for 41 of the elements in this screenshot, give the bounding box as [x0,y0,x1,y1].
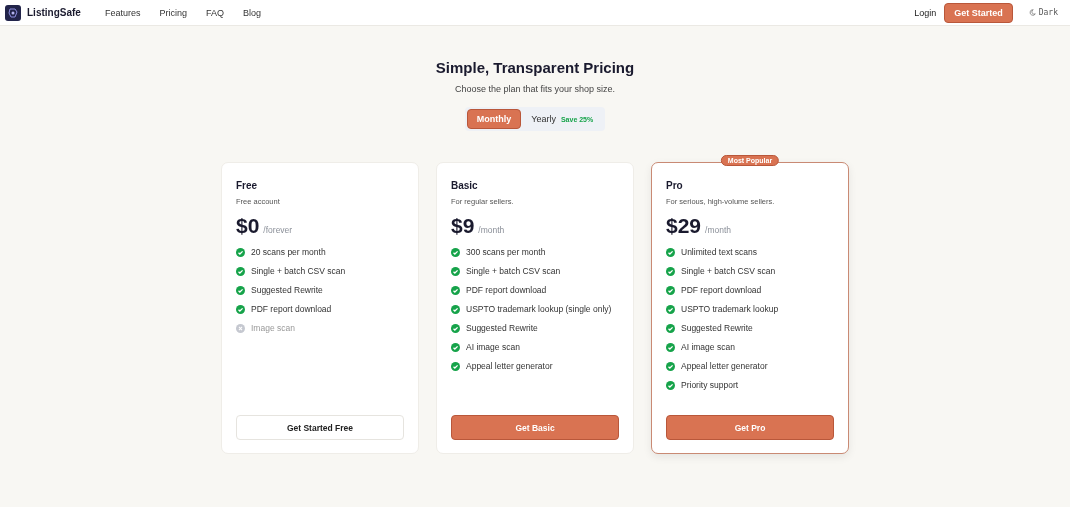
nav-link[interactable]: Pricing [159,7,188,18]
feature-text: Suggested Rewrite [681,322,753,334]
plan-price: $29 [666,214,702,238]
feature-text: Priority support [681,379,739,391]
feature-text: Image scan [251,322,295,334]
feature-text: Suggested Rewrite [466,322,538,334]
page-title: Simple, Transparent Pricing [435,59,635,76]
plan-price: $0 [236,214,260,238]
feature-text: Suggested Rewrite [251,284,323,296]
feature-text: Single + batch CSV scan [466,265,561,277]
feature-text: USPTO trademark lookup [681,303,779,315]
logo-icon [5,4,21,21]
feature-text: Appeal letter generator [681,360,768,372]
feature-text: 300 scans per month [466,246,546,258]
feature-text: AI image scan [681,341,735,353]
feature-text: PDF report download [466,284,547,296]
nav-link[interactable]: FAQ [206,7,225,18]
feature-text: PDF report download [251,303,332,315]
price-period: /month [478,225,505,235]
feature-text: Single + batch CSV scan [681,265,776,277]
theme-toggle[interactable]: Dark [1020,8,1058,17]
feature-text: USPTO trademark lookup (single only) [466,303,612,315]
nav-link[interactable]: Features [105,7,141,18]
plan-price: $9 [451,214,475,238]
plan-name: Pro [666,180,684,191]
plan-name: Free [236,180,259,191]
price-period: /forever [263,225,293,235]
brand-name: ListingSafe [27,7,81,18]
feature-text: AI image scan [466,341,520,353]
feature-text: Single + batch CSV scan [251,265,346,277]
feature-text: Unlimited text scans [681,246,758,258]
plan-button[interactable]: Get Started Free [236,415,404,440]
moon-icon [1028,9,1036,16]
page-subtitle: Choose the plan that fits your shop size. [454,84,616,94]
price-period: /month [705,225,732,235]
feature-text: Appeal letter generator [466,360,553,372]
plan-name: Basic [451,180,479,191]
login-link[interactable]: Login [914,7,937,18]
feature-text: PDF report download [681,284,762,296]
feature-text: 20 scans per month [251,246,326,258]
nav-link[interactable]: Blog [243,7,262,18]
